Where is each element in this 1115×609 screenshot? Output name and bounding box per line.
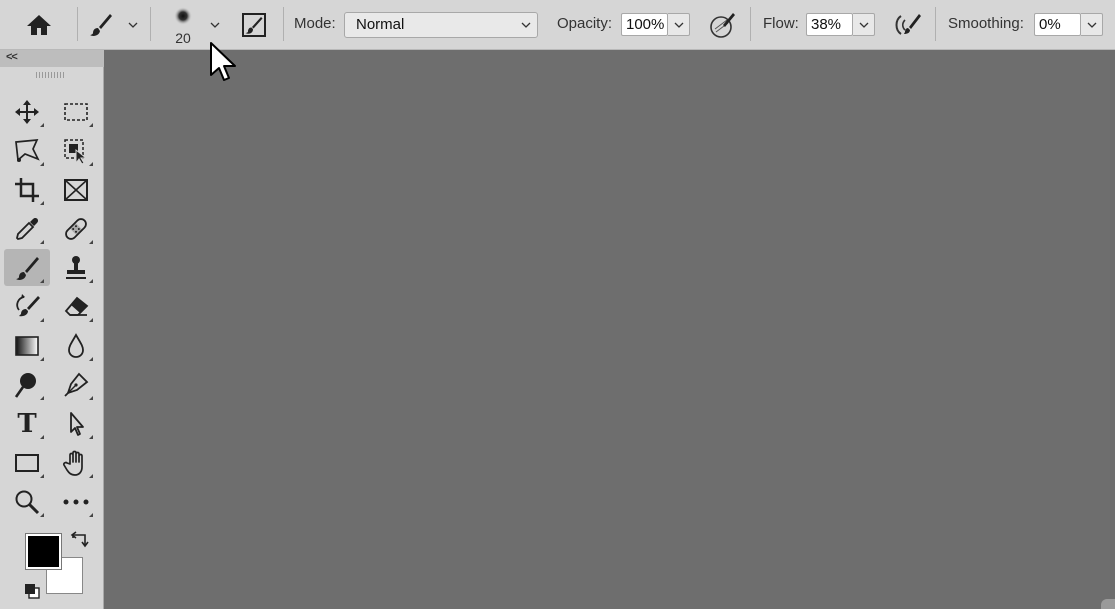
clone-stamp-tool[interactable] (53, 249, 99, 286)
frame-tool[interactable] (53, 171, 99, 208)
eraser-tool[interactable] (53, 288, 99, 325)
opacity-slider-dropdown[interactable] (668, 13, 690, 36)
arrow-pointer-icon (70, 411, 84, 436)
chevron-down-icon (210, 22, 220, 28)
brush-icon (16, 256, 39, 280)
separator (150, 7, 151, 41)
rectangle-tool[interactable] (4, 444, 50, 481)
opacity-label: Opacity: (557, 15, 613, 32)
smoothing-slider-dropdown[interactable] (1081, 13, 1103, 36)
default-colors-button[interactable] (23, 582, 41, 600)
brush-settings-icon (242, 13, 266, 37)
separator (750, 7, 751, 41)
tools-panel-header: << (0, 50, 104, 67)
airbrush-toggle[interactable] (890, 10, 924, 40)
gradient-icon (15, 335, 39, 356)
swap-arrows-icon (70, 531, 89, 548)
pen-nib-icon (64, 372, 89, 397)
airbrush-icon (895, 14, 921, 35)
home-button[interactable] (22, 10, 56, 40)
chevron-down-icon (674, 22, 683, 28)
mode-label: Mode: (294, 15, 336, 32)
magnifier-icon (15, 490, 40, 514)
smoothing-field[interactable]: 0% (1034, 13, 1081, 36)
swap-colors-button[interactable] (70, 530, 90, 550)
spot-healing-brush-tool[interactable] (53, 210, 99, 247)
frame-icon (64, 178, 88, 201)
pen-tool[interactable] (53, 366, 99, 403)
polygonal-lasso-icon (15, 138, 40, 162)
move-icon (15, 99, 39, 124)
polygonal-lasso-tool[interactable] (4, 132, 50, 169)
default-colors-icon (25, 584, 40, 599)
crop-icon (15, 177, 39, 202)
bandage-icon (65, 217, 87, 240)
brush-tool[interactable] (4, 249, 50, 286)
dodge-icon (14, 372, 36, 398)
document-canvas-area[interactable] (105, 51, 1115, 609)
dodge-tool[interactable] (4, 366, 50, 403)
horizontal-type-tool[interactable]: T (4, 405, 50, 442)
path-selection-tool[interactable] (53, 405, 99, 442)
rectangular-marquee-icon (64, 102, 88, 121)
crop-tool[interactable] (4, 171, 50, 208)
blur-tool[interactable] (53, 327, 99, 364)
tools-panel: << T (0, 50, 104, 609)
panel-drag-grip[interactable] (36, 72, 66, 78)
type-icon: T (17, 408, 37, 439)
rectangle-shape-icon (15, 453, 39, 472)
opacity-field[interactable]: 100% (621, 13, 668, 36)
water-drop-icon (68, 332, 84, 358)
foreground-color-swatch[interactable] (25, 533, 62, 570)
brush-size-value: 20 (175, 30, 191, 46)
mode-select-value: Normal (356, 16, 405, 33)
brush-settings-panel-toggle[interactable] (239, 10, 269, 40)
tool-preset-picker[interactable] (86, 10, 116, 40)
collapse-panel-button[interactable]: << (6, 51, 18, 63)
brush-preset-dropdown[interactable] (208, 18, 222, 32)
mode-select[interactable]: Normal (344, 12, 538, 38)
mouse-cursor-icon (210, 42, 236, 81)
zoom-tool[interactable] (4, 483, 50, 520)
flow-slider-dropdown[interactable] (853, 13, 875, 36)
flow-label: Flow: (763, 15, 799, 32)
separator (935, 7, 936, 41)
object-selection-icon (64, 138, 88, 165)
separator (283, 7, 284, 41)
brush-icon (90, 14, 112, 36)
chevron-down-icon (521, 22, 531, 28)
options-bar: 20 Mode: Normal Opacity: 100% Flow: 38% (0, 0, 1115, 50)
stamp-icon (66, 255, 86, 279)
home-icon (27, 15, 51, 35)
pressure-opacity-toggle[interactable] (706, 10, 738, 40)
object-selection-tool[interactable] (53, 132, 99, 169)
brush-preview-picker[interactable] (171, 4, 195, 28)
eyedropper-tool[interactable] (4, 210, 50, 247)
eraser-icon (64, 296, 89, 316)
history-brush-tool[interactable] (4, 288, 50, 325)
soft-brush-tip-icon (174, 7, 192, 25)
rectangular-marquee-tool[interactable] (53, 93, 99, 130)
more-dots-icon (63, 499, 89, 504)
hand-tool[interactable] (53, 444, 99, 481)
pen-pressure-opacity-icon (710, 13, 735, 38)
chevron-down-icon (128, 22, 138, 28)
chevron-down-icon (859, 22, 868, 28)
tool-preset-dropdown[interactable] (126, 18, 140, 32)
eyedropper-icon (16, 217, 38, 240)
smoothing-label: Smoothing: (948, 15, 1024, 32)
move-tool[interactable] (4, 93, 50, 130)
edit-toolbar-button[interactable] (53, 483, 99, 520)
separator (77, 7, 78, 41)
history-brush-icon (16, 293, 40, 316)
chevron-down-icon (1087, 22, 1096, 28)
panel-corner-handle[interactable] (1101, 599, 1115, 609)
gradient-tool[interactable] (4, 327, 50, 364)
hand-icon (62, 450, 83, 476)
flow-field[interactable]: 38% (806, 13, 853, 36)
